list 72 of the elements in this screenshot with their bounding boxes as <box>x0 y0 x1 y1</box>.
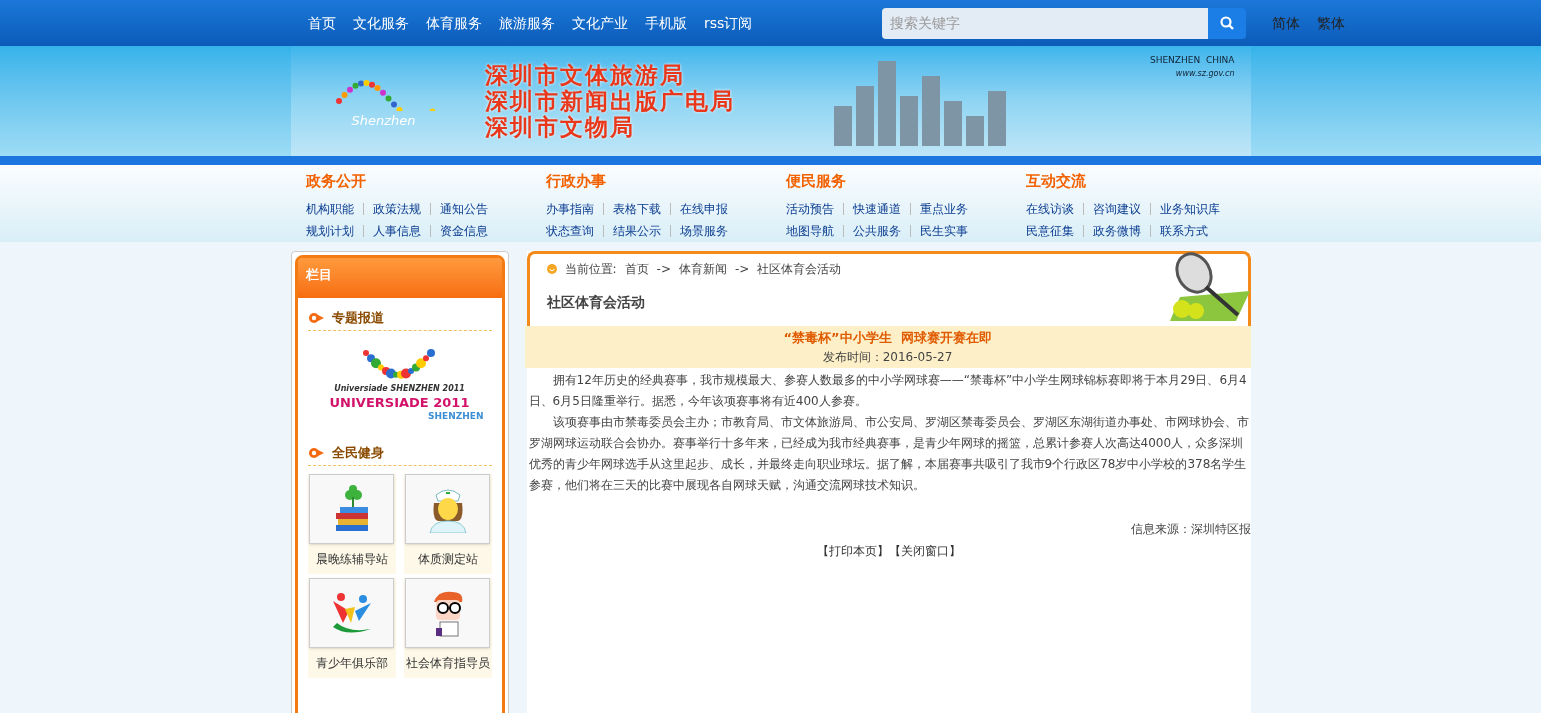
nav-link[interactable]: 体育服务 <box>426 12 482 34</box>
sidebar-title: 栏目 <box>305 267 332 282</box>
menu-link[interactable]: 场景服务 <box>679 221 728 240</box>
menu-link[interactable]: 资金信息 <box>439 221 488 240</box>
news-source: 信息来源：深圳特区报 <box>1130 520 1251 538</box>
nav-link[interactable]: 旅游服务 <box>499 12 555 34</box>
menu-link[interactable]: 联系方式 <box>1159 221 1208 240</box>
menu-link[interactable]: 结果公示 <box>612 221 661 240</box>
tile-image[interactable] <box>405 473 490 544</box>
article-paragraph: 拥有12年历史的经典赛事，我市规模最大、参赛人数最多的中小学网球赛——“禁毒杯”中小学生网球锦标赛即将于本月29日、6月4日、6月5日隆重举行。据悉，今年该项赛事将有近400人参赛。 <box>528 371 1248 410</box>
banner-title: 深圳市文物局 <box>484 114 636 140</box>
menu-link[interactable]: 表格下载 <box>612 199 661 218</box>
nav-link[interactable]: 文化服务 <box>353 12 409 34</box>
breadcrumb-label: 当前位置: <box>564 261 617 278</box>
logo-subtitle: SHENZHEN <box>428 409 484 423</box>
menu-link[interactable]: 快速通道 <box>852 199 901 218</box>
tile-image[interactable] <box>309 473 394 544</box>
banner-title: 深圳市文体旅游局 <box>484 62 686 88</box>
menu-group-title: 政务公开 <box>305 171 367 192</box>
bullet-icon <box>307 311 324 324</box>
publish-date: 发布时间：2016-05-27 <box>822 348 953 366</box>
menu-link[interactable]: 规划计划 <box>305 221 354 240</box>
breadcrumb-separator: -> <box>734 261 750 278</box>
menu-link[interactable]: 民生实事 <box>919 221 968 240</box>
menu-link[interactable]: 办事指南 <box>545 199 594 218</box>
breadcrumb-link[interactable]: 首页 <box>624 260 649 278</box>
menu-group-title: 互动交流 <box>1025 171 1087 192</box>
smiley-icon <box>546 264 557 274</box>
universiade-logo[interactable]: Universiade SHENZHEN 2011 UNIVERSIADE 2011 SHENZHEN <box>307 338 492 427</box>
bullet-icon <box>307 446 324 459</box>
menu-link[interactable]: 在线访谈 <box>1025 199 1074 218</box>
logo-title: UNIVERSIADE 2011 <box>329 394 470 410</box>
breadcrumb-separator: -> <box>656 261 671 278</box>
menu-link[interactable]: 政策法规 <box>372 199 421 218</box>
menu-group-title: 便民服务 <box>785 171 847 192</box>
menu-link[interactable]: 公共服务 <box>852 221 901 240</box>
nav-link[interactable]: 文化产业 <box>572 12 628 34</box>
section-heading: 社区体育会活动 <box>546 293 646 312</box>
menu-link[interactable]: 民意征集 <box>1025 221 1074 240</box>
article-headline: “禁毒杯”中小学生 网球赛开赛在即 <box>783 329 992 347</box>
menu-link[interactable]: 咨询建议 <box>1092 199 1141 218</box>
page-action-link[interactable]: 【打印本页】 <box>816 541 889 560</box>
nav-link[interactable]: rss订阅 <box>704 12 753 34</box>
site-logo-text: SHENZHEN CHINA <box>1149 54 1235 67</box>
menu-link[interactable]: 人事信息 <box>372 221 421 240</box>
logo-caption: Universiade SHENZHEN 2011 <box>334 382 465 395</box>
menu-link[interactable]: 政务微博 <box>1092 221 1141 240</box>
menu-link[interactable]: 地图导航 <box>785 221 834 240</box>
section-title: 全民健身 <box>331 444 384 462</box>
article-paragraph: 该项赛事由市禁毒委员会主办；市教育局、市文体旅游局、市公安局、罗湖区禁毒委员会、罗湖区东湖街道办事处、市网球协会、市罗湖网球运动联合会协办。赛事举行十多年来，已经成为我市经典赛事，是青少年网球的摇篮，总累计参赛人次高达4000人，众多深圳优秀的青少年网球选手从这里起步、成长，并最终走向职业球坛。据了解，本届赛事共吸引了我市9个行政区78岁中小学校的378名学生参赛，他们将在三天的比赛中展现各自网球天赋，沟通交流网球技术知识。 <box>528 413 1249 494</box>
banner-logo-text: Shenzhen <box>351 112 416 131</box>
search-icon <box>1220 16 1234 30</box>
menu-group-title: 行政办事 <box>545 171 607 192</box>
site-url: www.sz.gov.cn <box>1175 67 1235 80</box>
menu-link[interactable]: 机构职能 <box>305 199 354 218</box>
nav-link[interactable]: 首页 <box>308 12 336 34</box>
menu-link[interactable]: 通知公告 <box>439 199 488 218</box>
menu-link[interactable]: 活动预告 <box>785 199 834 218</box>
tile-image[interactable] <box>405 577 490 648</box>
banner-title: 深圳市新闻出版广电局 <box>484 88 735 114</box>
nav-link[interactable]: 手机版 <box>645 12 687 34</box>
breadcrumb-link[interactable]: 体育新闻 <box>678 260 727 278</box>
section-title: 专题报道 <box>331 309 384 327</box>
tile-image[interactable] <box>309 577 394 648</box>
menu-link[interactable]: 状态查询 <box>545 221 594 240</box>
page-action-link[interactable]: 【关闭窗口】 <box>888 541 961 560</box>
menu-link[interactable]: 在线申报 <box>679 199 728 218</box>
search-field[interactable]: 搜索关键字 <box>882 7 1208 39</box>
menu-link[interactable]: 重点业务 <box>919 199 968 218</box>
menu-link[interactable]: 业务知识库 <box>1159 199 1220 218</box>
search-button[interactable] <box>1208 7 1246 39</box>
breadcrumb-link[interactable]: 社区体育会活动 <box>757 260 842 278</box>
